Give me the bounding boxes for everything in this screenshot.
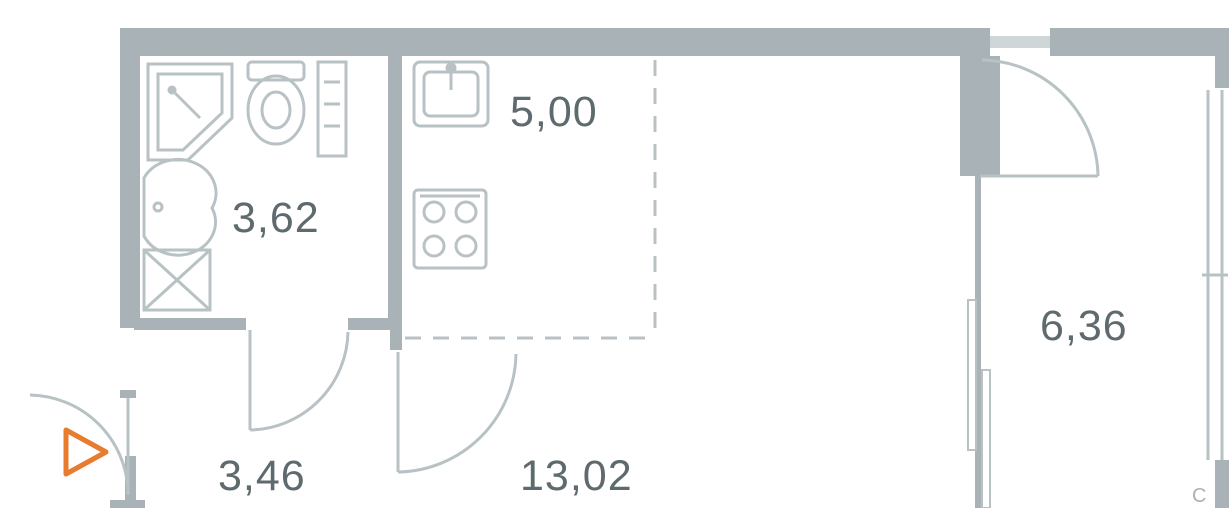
- washing-machine-icon: [144, 250, 210, 310]
- balcony-area-label: 6,36: [1040, 302, 1128, 350]
- floor-plan: 3,62 5,00 3,46 13,02 6,36 С: [0, 0, 1229, 508]
- kitchen-sink-icon: [414, 62, 488, 126]
- living-balcony-divider: [968, 176, 990, 508]
- bathroom-door: [250, 330, 348, 430]
- toilet-icon: [248, 62, 304, 144]
- bathroom-area-label: 3,62: [232, 194, 320, 242]
- duct-icon: [318, 62, 346, 156]
- bathroom-sink-icon: [144, 159, 216, 255]
- kitchen-area-label: 5,00: [510, 88, 598, 136]
- hall-area-label: 3,46: [218, 452, 306, 500]
- kitchen-fixtures: [414, 62, 488, 268]
- shower-icon: [148, 64, 232, 160]
- pillar: [960, 56, 1000, 176]
- bathroom-fixtures: [144, 62, 346, 310]
- living-area-label: 13,02: [520, 452, 633, 500]
- entrance-marker-icon: [66, 430, 106, 474]
- hall-living-door: [398, 352, 516, 472]
- balcony-glazing: [1202, 90, 1228, 460]
- stove-icon: [414, 190, 486, 268]
- outer-walls: [110, 28, 1229, 508]
- compass-label: С: [1192, 485, 1206, 507]
- entry-door: [30, 390, 136, 495]
